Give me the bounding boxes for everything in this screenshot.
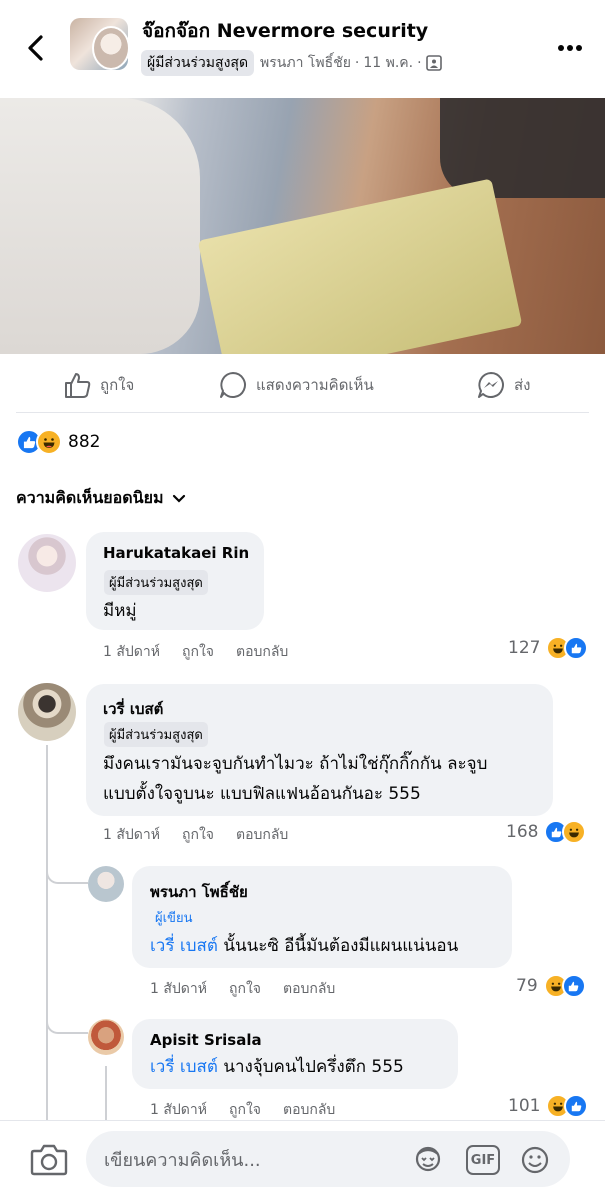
comment-meta: 1 สัปดาห์ ถูกใจ ตอบกลับ xyxy=(103,824,310,846)
mention-link[interactable]: เวรี่ เบสต์ xyxy=(150,936,218,956)
comment-author[interactable]: Harukatakaei Rin xyxy=(103,544,249,562)
meta-separator-2: · xyxy=(417,55,422,71)
comment-time[interactable]: 1 สัปดาห์ xyxy=(103,641,160,663)
comment-time[interactable]: 1 สัปดาห์ xyxy=(103,824,160,846)
chevron-down-icon xyxy=(172,494,185,503)
reaction-count: 882 xyxy=(68,432,101,452)
emoji-icon[interactable] xyxy=(519,1145,551,1175)
send-label: ส่ง xyxy=(514,376,531,394)
reaction-number: 79 xyxy=(516,976,538,996)
comment-label: แสดงความคิดเห็น xyxy=(256,376,374,394)
comment-reaction-count[interactable]: 127 xyxy=(508,636,589,660)
comment-reply-button[interactable]: ตอบกลับ xyxy=(236,641,288,663)
comment-text: มีหมู่ xyxy=(103,601,137,621)
commenter-badge: ผู้มีส่วนร่วมสูงสุด xyxy=(104,722,208,747)
like-label: ถูกใจ xyxy=(100,376,135,394)
comment-text-line-2: แบบตั้งใจจูบนะ แบบฟิลแฟนอ้อนกันอะ 555 xyxy=(103,784,421,804)
post-action-bar: ถูกใจ แสดงความคิดเห็น ส่ง xyxy=(0,356,605,412)
reply-connector xyxy=(46,1010,88,1034)
reaction-number: 101 xyxy=(508,1096,541,1116)
commenter-badge: ผู้มีส่วนร่วมสูงสุด xyxy=(104,570,208,595)
comment-author[interactable]: พรนภา โพธิ์ชัย xyxy=(150,880,248,904)
group-avatar[interactable] xyxy=(70,18,128,70)
post-video[interactable] xyxy=(0,98,605,354)
post-author[interactable]: พรนภา โพธิ์ชัย xyxy=(260,52,351,74)
reaction-number: 168 xyxy=(506,822,539,842)
avatar-sticker-icon[interactable] xyxy=(412,1145,444,1175)
comment-author[interactable]: Apisit Srisala xyxy=(150,1031,262,1049)
avatar[interactable] xyxy=(18,534,76,592)
comment-reply-button[interactable]: ตอบกลับ xyxy=(236,824,288,846)
avatar[interactable] xyxy=(88,866,124,902)
comment-like-button[interactable]: ถูกใจ xyxy=(229,978,261,1000)
back-arrow-icon[interactable] xyxy=(22,34,50,62)
thumbs-up-icon xyxy=(65,373,91,398)
comment-sort-dropdown[interactable]: ความคิดเห็นยอดนิยม xyxy=(16,486,186,511)
comment-like-button[interactable]: ถูกใจ xyxy=(229,1099,261,1121)
sort-label: ความคิดเห็นยอดนิยม xyxy=(16,488,164,507)
post-meta: ผู้มีส่วนร่วมสูงสุด พรนภา โพธิ์ชัย · 11 … xyxy=(141,50,442,76)
reply-text: นางจุ้บคนไปครึ่งตึก 555 xyxy=(217,1057,404,1077)
like-reaction-icon xyxy=(564,1094,589,1118)
comment-reaction-count[interactable]: 101 xyxy=(508,1094,589,1118)
comment-text: เวรี่ เบสต์ นั้นนะซิ อีนี้มันต้องมีแผนแน… xyxy=(150,932,458,961)
divider xyxy=(16,412,589,413)
avatar[interactable] xyxy=(18,683,76,741)
avatar[interactable] xyxy=(88,1019,124,1055)
comment-input-container: GIF xyxy=(86,1131,570,1189)
send-button[interactable]: ส่ง xyxy=(476,370,530,400)
reply-connector xyxy=(46,860,88,884)
comment-reaction-count[interactable]: 79 xyxy=(516,974,586,998)
top-contributor-badge: ผู้มีส่วนร่วมสูงสุด xyxy=(141,50,255,76)
author-badge: ผู้เขียน xyxy=(155,911,193,926)
camera-icon[interactable] xyxy=(30,1141,68,1177)
comment-input[interactable] xyxy=(102,1131,396,1189)
like-reaction-icon xyxy=(561,974,586,998)
comment-reaction-count[interactable]: 168 xyxy=(506,820,587,844)
group-title[interactable]: จ๊อกจ๊อก Nevermore security xyxy=(142,16,428,46)
comment-composer: GIF xyxy=(0,1120,605,1201)
reply-text: นั้นนะซิ อีนี้มันต้องมีแผนแน่นอน xyxy=(217,936,459,956)
comment-reply-button[interactable]: ตอบกลับ xyxy=(283,1099,335,1121)
comment-bubble-icon xyxy=(220,372,246,398)
post-date[interactable]: 11 พ.ค. xyxy=(363,52,413,74)
messenger-icon xyxy=(478,372,504,398)
comment-time[interactable]: 1 สัปดาห์ xyxy=(150,978,207,1000)
post-header: จ๊อกจ๊อก Nevermore security ผู้มีส่วนร่ว… xyxy=(0,0,605,98)
like-button[interactable]: ถูกใจ xyxy=(62,370,134,400)
more-options-icon[interactable] xyxy=(556,38,584,58)
group-audience-icon xyxy=(425,55,442,71)
comment-meta: 1 สัปดาห์ ถูกใจ ตอบกลับ xyxy=(103,641,310,663)
comment-time[interactable]: 1 สัปดาห์ xyxy=(150,1099,207,1121)
comment-button[interactable]: แสดงความคิดเห็น xyxy=(218,370,374,400)
comment-meta: 1 สัปดาห์ ถูกใจ ตอบกลับ xyxy=(150,1099,357,1121)
comment-like-button[interactable]: ถูกใจ xyxy=(182,824,214,846)
like-reaction-icon xyxy=(564,636,589,660)
haha-reaction-icon xyxy=(36,429,62,455)
thread-line xyxy=(46,745,48,1120)
comment-like-button[interactable]: ถูกใจ xyxy=(182,641,214,663)
reaction-summary[interactable]: 882 xyxy=(16,428,100,456)
comment-text-line-1: มึงคนเรามันจะจูบกันทำไมวะ ถ้าไม่ใช่กุ๊กก… xyxy=(103,754,488,774)
mention-link[interactable]: เวรี่ เบสต์ xyxy=(150,1057,218,1077)
thread-line xyxy=(105,1066,107,1120)
haha-reaction-icon xyxy=(562,820,587,844)
reaction-number: 127 xyxy=(508,638,541,658)
comment-reply-button[interactable]: ตอบกลับ xyxy=(283,978,335,1000)
comment-text: เวรี่ เบสต์ นางจุ้บคนไปครึ่งตึก 555 xyxy=(150,1053,404,1082)
meta-separator: · xyxy=(354,55,360,71)
comment-meta: 1 สัปดาห์ ถูกใจ ตอบกลับ xyxy=(150,978,357,1000)
comment-author[interactable]: เวรี่ เบสต์ xyxy=(103,697,163,721)
gif-button[interactable]: GIF xyxy=(466,1145,500,1175)
